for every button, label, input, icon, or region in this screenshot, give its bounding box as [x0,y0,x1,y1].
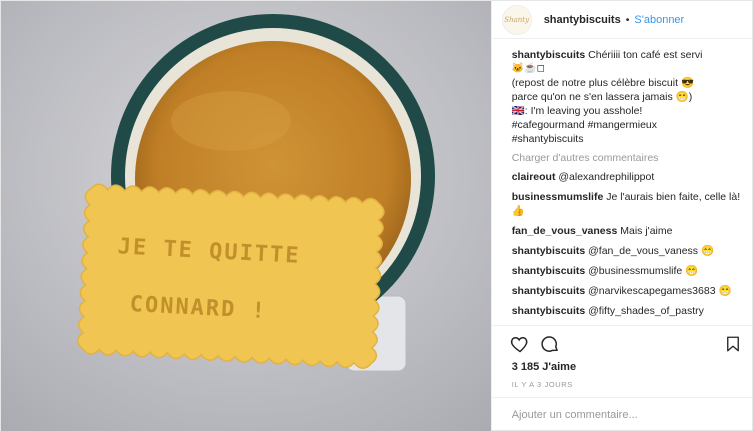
comment-item: fan_de_vous_vaness Mais j'aime [512,224,742,238]
header-username[interactable]: shantybiscuits [544,14,621,26]
comment-item: shantybiscuits @fifty_shades_of_pastry [512,304,742,318]
comment-username[interactable]: claireout [512,171,556,183]
comment-username[interactable]: fan_de_vous_vaness [512,225,618,237]
caption-hashtags[interactable]: #shantybiscuits [512,132,742,146]
comment-text: @narvikescapegames3683 😁 [588,285,732,297]
comment-username[interactable]: businessmumslife [512,191,604,203]
biscuit-shape [77,183,385,370]
post-header: Shanty shantybiscuits • S'abonner [491,1,752,39]
likes-count[interactable]: 3 185 J'aime [492,361,752,377]
comment-username[interactable]: shantybiscuits [512,265,586,277]
avatar[interactable]: Shanty [501,4,532,35]
comment-text: @fan_de_vous_vaness 😁 [588,245,715,257]
photo-illustration: JE TE QUITTE CONNARD ! [1,1,491,431]
comment-username[interactable]: shantybiscuits [512,305,586,317]
comment-item: businessmumslife Je l'aurais bien faite,… [512,190,742,218]
comment-username[interactable]: shantybiscuits [512,285,586,297]
comment-username[interactable]: shantybiscuits [512,245,586,257]
comment-text: @fifty_shades_of_pastry [588,305,704,317]
caption-line: 🐱☕◻ [511,63,545,74]
header-separator: • [625,13,630,26]
instagram-post: JE TE QUITTE CONNARD ! Shanty shantybisc… [0,0,753,431]
action-bar [491,325,752,361]
comment-text: @alexandrephilippot [558,171,655,183]
add-comment-input[interactable]: Ajouter un commentaire... [491,397,752,431]
caption-hashtags[interactable]: #cafegourmand #mangermieux [512,118,742,132]
post-photo[interactable]: JE TE QUITTE CONNARD ! [1,1,491,431]
caption: shantybiscuits Chériiii ton café est ser… [512,48,742,146]
heart-icon[interactable] [510,334,530,354]
comment-icon[interactable] [540,334,560,354]
post-timestamp: IL Y A 3 JOURS [511,380,573,389]
comment-item: shantybiscuits @businessmumslife 😁 [512,264,742,278]
caption-line: Chériiii ton café est servi [588,49,703,61]
post-sidebar: Shanty shantybiscuits • S'abonner shanty… [490,1,752,431]
comment-item: shantybiscuits @fan_de_vous_vaness 😁 [512,244,742,258]
load-more-comments[interactable]: Charger d'autres commentaires [512,151,742,165]
caption-username[interactable]: shantybiscuits [512,49,586,61]
caption-line: 🇬🇧: I'm leaving you asshole! [511,105,643,117]
comments-list[interactable]: shantybiscuits Chériiii ton café est ser… [492,39,752,325]
caption-line: (repost de notre plus célèbre biscuit 😎 [511,77,695,89]
biscuit: JE TE QUITTE CONNARD ! [77,183,385,370]
caption-line: parce qu'on ne s'en lassera jamais 😁) [511,91,693,103]
comment-item: claireout @alexandrephilippot [512,170,742,184]
comment-text: Mais j'aime [620,225,673,237]
comment-item: shantybiscuits @narvikescapegames3683 😁 [512,284,742,298]
follow-button[interactable]: S'abonner [634,14,684,26]
comment-text: @businessmumslife 😁 [588,265,699,277]
avatar-logo-text: Shanty [504,15,530,24]
bookmark-icon[interactable] [724,334,742,354]
